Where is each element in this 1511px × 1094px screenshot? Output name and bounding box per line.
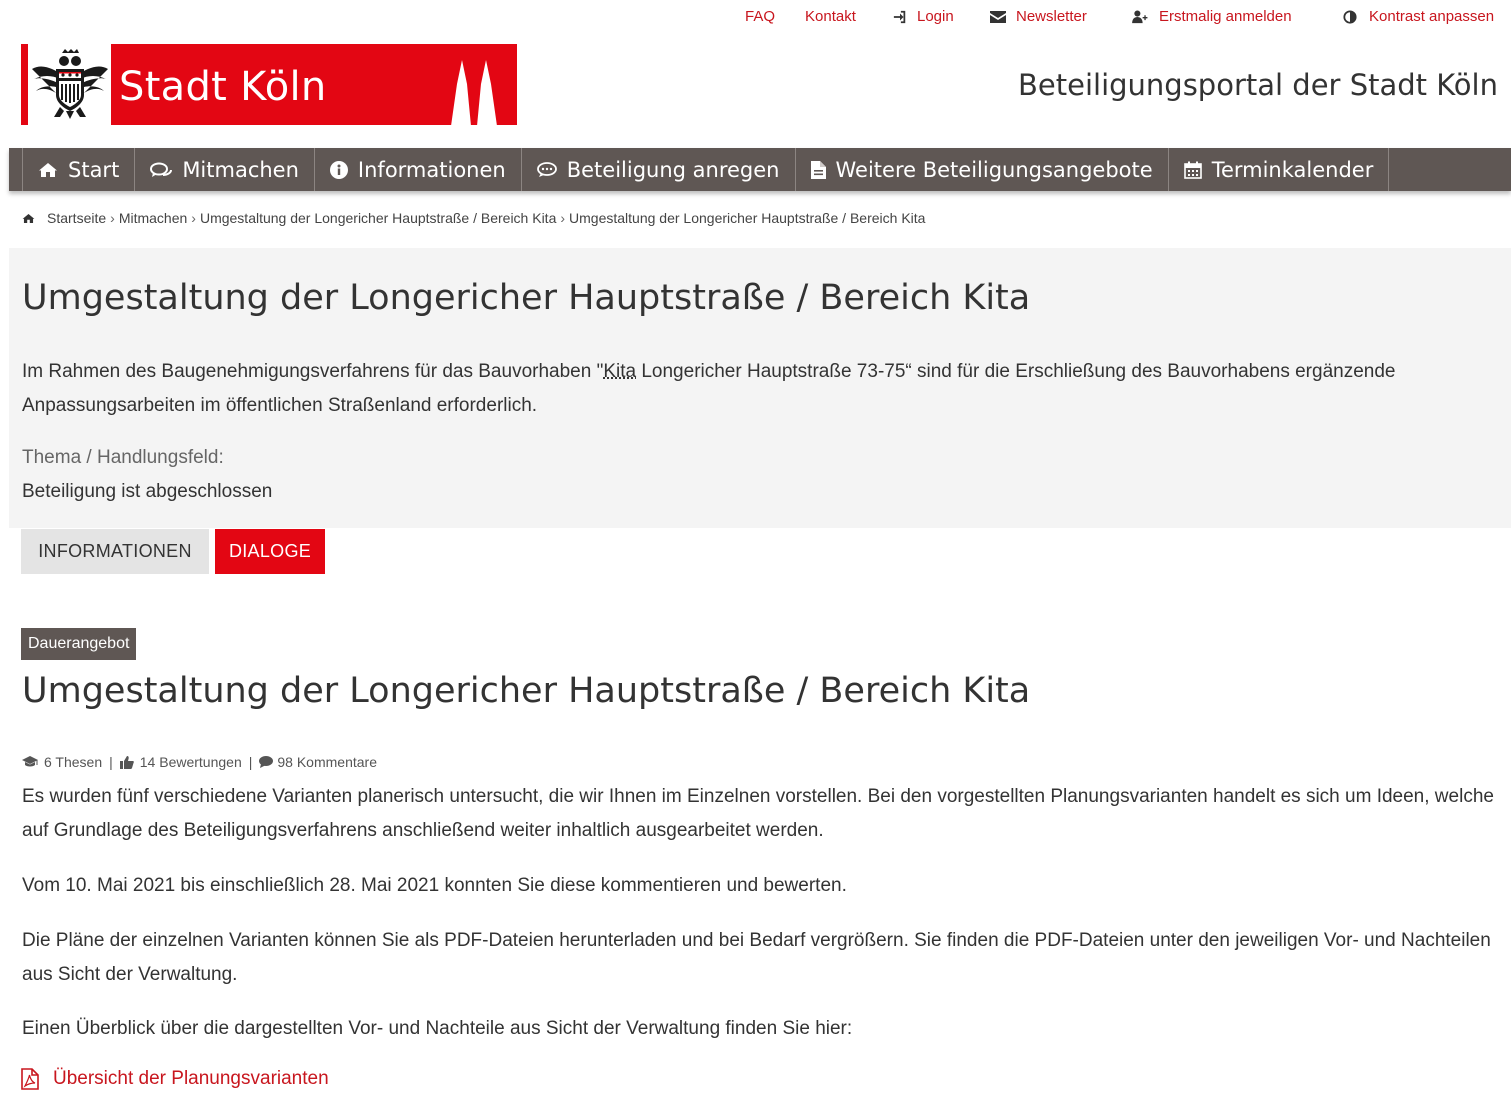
breadcrumb-separator: ›	[191, 210, 196, 226]
kommentare-count: 98 Kommentare	[259, 754, 377, 770]
breadcrumb-mitmachen[interactable]: Mitmachen	[119, 210, 187, 226]
nav-item-terminkalender[interactable]: Terminkalender	[1169, 148, 1390, 191]
adjust-icon	[1343, 9, 1357, 24]
portal-title: Beteiligungsportal der Stadt Köln	[1018, 68, 1498, 102]
comments-icon	[150, 162, 173, 177]
dialog-paragraph-1: Es wurden fünf verschiedene Varianten pl…	[22, 786, 1494, 841]
breadcrumb-project[interactable]: Umgestaltung der Longericher Hauptstraße…	[200, 210, 556, 226]
nav-item-weitere-angebote[interactable]: Weitere Beteiligungsangebote	[796, 148, 1169, 191]
nav-item-mitmachen[interactable]: Mitmachen	[135, 148, 315, 191]
planungsvarianten-pdf-link[interactable]: Übersicht der Planungsvarianten	[21, 1068, 329, 1090]
user-plus-icon	[1132, 9, 1148, 23]
nav-item-beteiligung-anregen[interactable]: Beteiligung anregen	[522, 148, 796, 191]
tab-informationen[interactable]: INFORMATIONEN	[21, 529, 209, 574]
top-links: FAQ Kontakt Login Newsletter Erstmalig a…	[0, 8, 1511, 32]
dialog-paragraph-4: Einen Überblick über die dargestellten V…	[22, 1018, 853, 1039]
kontakt-link[interactable]: Kontakt	[805, 8, 856, 25]
kita-abbreviation[interactable]: Kita	[603, 361, 636, 382]
logo-text: Stadt Köln	[119, 64, 327, 110]
stadt-koeln-logo[interactable]: Stadt Köln	[21, 44, 517, 126]
file-icon	[810, 160, 826, 179]
info-circle-icon	[329, 160, 348, 179]
breadcrumb: Startseite › Mitmachen › Umgestaltung de…	[22, 210, 925, 226]
calendar-icon	[1183, 161, 1202, 179]
dialog-paragraph-2: Vom 10. Mai 2021 bis einschließlich 28. …	[22, 875, 847, 896]
comment-dots-icon	[536, 161, 557, 177]
thesen-count: 6 Thesen	[22, 754, 102, 770]
page-title: Umgestaltung der Longericher Hauptstraße…	[22, 278, 1031, 318]
breadcrumb-startseite[interactable]: Startseite	[47, 210, 106, 226]
dialog-paragraph-3: Die Pläne der einzelnen Varianten können…	[22, 930, 1491, 985]
cathedral-icon	[451, 60, 497, 126]
main-nav: Start Mitmachen Informationen Beteiligun…	[9, 148, 1511, 191]
envelope-icon	[990, 10, 1006, 23]
tab-dialoge[interactable]: DIALOGE	[215, 529, 325, 574]
dauerangebot-badge: Dauerangebot	[21, 628, 137, 660]
status-text: Beteiligung ist abgeschlossen	[22, 481, 273, 502]
project-intro: Im Rahmen des Baugenehmigungsverfahrens …	[22, 361, 1396, 416]
home-icon	[22, 213, 35, 223]
comment-icon	[259, 756, 274, 768]
nav-item-start[interactable]: Start	[22, 148, 136, 191]
contrast-link[interactable]: Kontrast anpassen	[1343, 8, 1494, 25]
bewertungen-count: 14 Bewertungen	[119, 754, 242, 770]
nav-item-informationen[interactable]: Informationen	[315, 148, 522, 191]
thumbs-up-icon	[119, 755, 134, 769]
breadcrumb-separator: ›	[560, 210, 566, 226]
breadcrumb-separator: ›	[110, 210, 115, 226]
login-link[interactable]: Login	[893, 8, 954, 25]
faq-link[interactable]: FAQ	[745, 8, 775, 25]
dialog-title: Umgestaltung der Longericher Hauptstraße…	[22, 671, 1031, 711]
register-link[interactable]: Erstmalig anmelden	[1131, 8, 1292, 25]
newsletter-link[interactable]: Newsletter	[990, 8, 1087, 25]
sign-in-icon	[893, 10, 906, 23]
coat-of-arms-box	[21, 44, 111, 125]
graduation-cap-icon	[22, 756, 38, 767]
breadcrumb-current: Umgestaltung der Longericher Hauptstraße…	[569, 210, 926, 226]
thema-label: Thema / Handlungsfeld:	[22, 447, 224, 468]
file-pdf-icon	[21, 1068, 39, 1090]
home-icon	[39, 162, 57, 177]
dialog-stats: 6 Thesen | 14 Bewertungen | 98 Kommentar…	[22, 754, 377, 770]
coat-of-arms-icon	[32, 49, 108, 119]
